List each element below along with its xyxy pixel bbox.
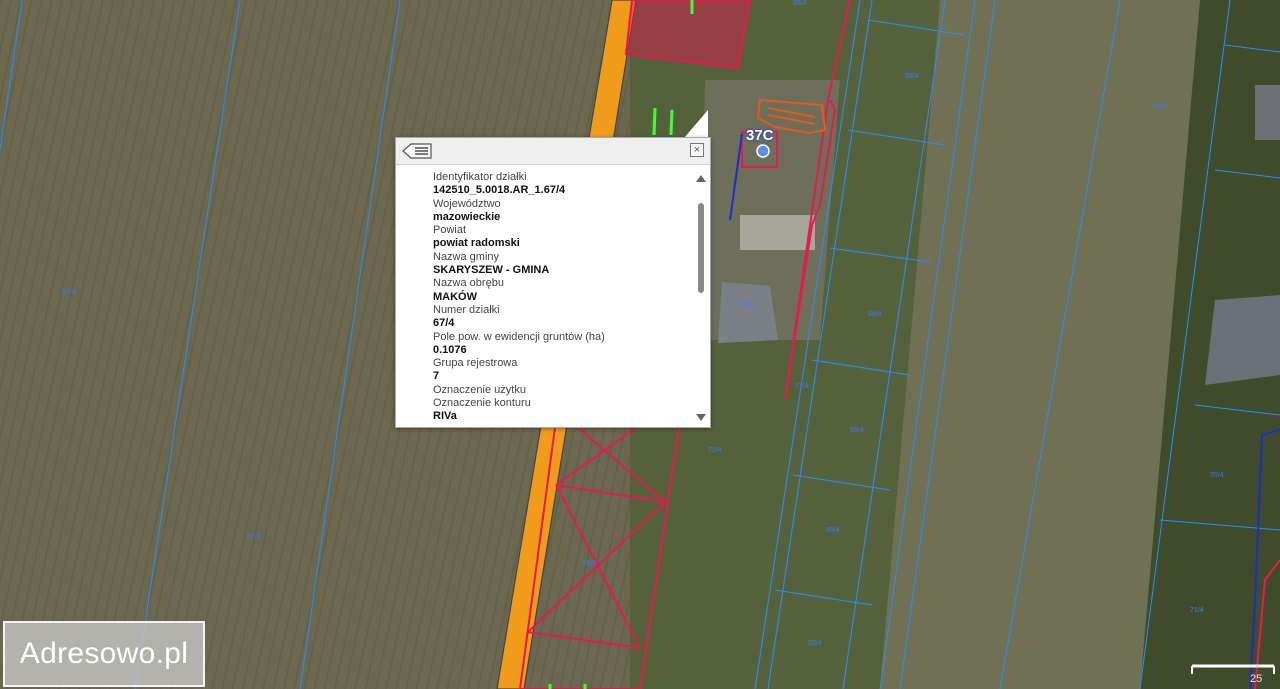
parcel-label: 68/4 [905, 73, 919, 80]
parcel-label: 71/4 [1190, 607, 1204, 614]
parcel-label: 68/4 [868, 311, 882, 318]
attr-label: Nazwa gminy [433, 250, 500, 263]
building-roof-2 [1205, 295, 1280, 385]
attr-value: 7 [433, 370, 440, 383]
popup-body: Identyfikator działki 142510_5.0018.AR_1… [396, 165, 710, 427]
brand-logo[interactable]: Adresowo.pl [3, 621, 205, 687]
parcel-label: 70/4 [1152, 104, 1166, 111]
attr-value: RIVa [433, 410, 457, 423]
popup-header: × [396, 138, 710, 165]
building-roof-1 [718, 282, 778, 343]
attr-value: 0.1076 [433, 343, 467, 356]
attr-label: Nazwa obrębu [433, 277, 504, 290]
scale-bar: 25 [1191, 664, 1275, 685]
attr-label: Grupa rejestrowa [433, 357, 518, 370]
scale-label: 25 [1250, 673, 1262, 685]
attr-value: 67/4 [433, 317, 455, 330]
parcel-label: 69/4 [826, 527, 840, 534]
attr-label: Identyfikator działki [433, 171, 527, 183]
parcel-label: 69/4 [808, 640, 822, 647]
location-marker[interactable] [756, 144, 770, 158]
attr-value: mazowieckie [433, 210, 501, 223]
list-icon[interactable] [402, 143, 432, 159]
attr-value: 142510_5.0018.AR_1.67/4 [433, 184, 566, 197]
parcel-label: 66/4 [793, 0, 807, 7]
attr-label: Województwo [433, 197, 501, 210]
scroll-up-icon[interactable] [696, 175, 706, 182]
parcel-label: 69/4 [850, 427, 864, 434]
parcel-label: 67/4 [247, 534, 261, 541]
feature-info-popup: × Identyfikator działki 142510_5.0018.AR… [395, 137, 711, 428]
parcel-label: 70/4 [1210, 472, 1224, 479]
attr-label: Oznaczenie użytku [433, 383, 526, 396]
parcel-label: 71/4 [795, 383, 809, 390]
attr-label: Oznaczenie konturu [433, 397, 531, 410]
parcel-label: 65/4 [583, 560, 597, 567]
attr-value: powiat radomski [433, 237, 520, 250]
close-icon[interactable]: × [690, 143, 704, 157]
parcel-label: 67/4 [62, 289, 76, 296]
popup-tail [684, 110, 708, 138]
parcel-label: 72/4 [740, 302, 754, 309]
attr-label: Powiat [433, 224, 467, 237]
scroll-down-icon[interactable] [696, 414, 706, 421]
building-number-label[interactable]: 37C [746, 127, 774, 144]
attr-value: SKARYSZEW - GMINA [433, 264, 550, 277]
attr-label: Numer działki [433, 303, 500, 316]
paved-area [740, 215, 815, 250]
scroll-thumb[interactable] [698, 203, 704, 293]
popup-scrollbar[interactable] [695, 173, 707, 423]
building-roof-3 [1255, 85, 1280, 140]
attr-value: MAKÓW [433, 290, 477, 303]
parcel-label: 72/4 [708, 447, 722, 454]
attribute-list: Identyfikator działki 142510_5.0018.AR_1… [433, 171, 683, 424]
attr-label: Pole pow. w ewidencji gruntów (ha) [433, 330, 605, 343]
